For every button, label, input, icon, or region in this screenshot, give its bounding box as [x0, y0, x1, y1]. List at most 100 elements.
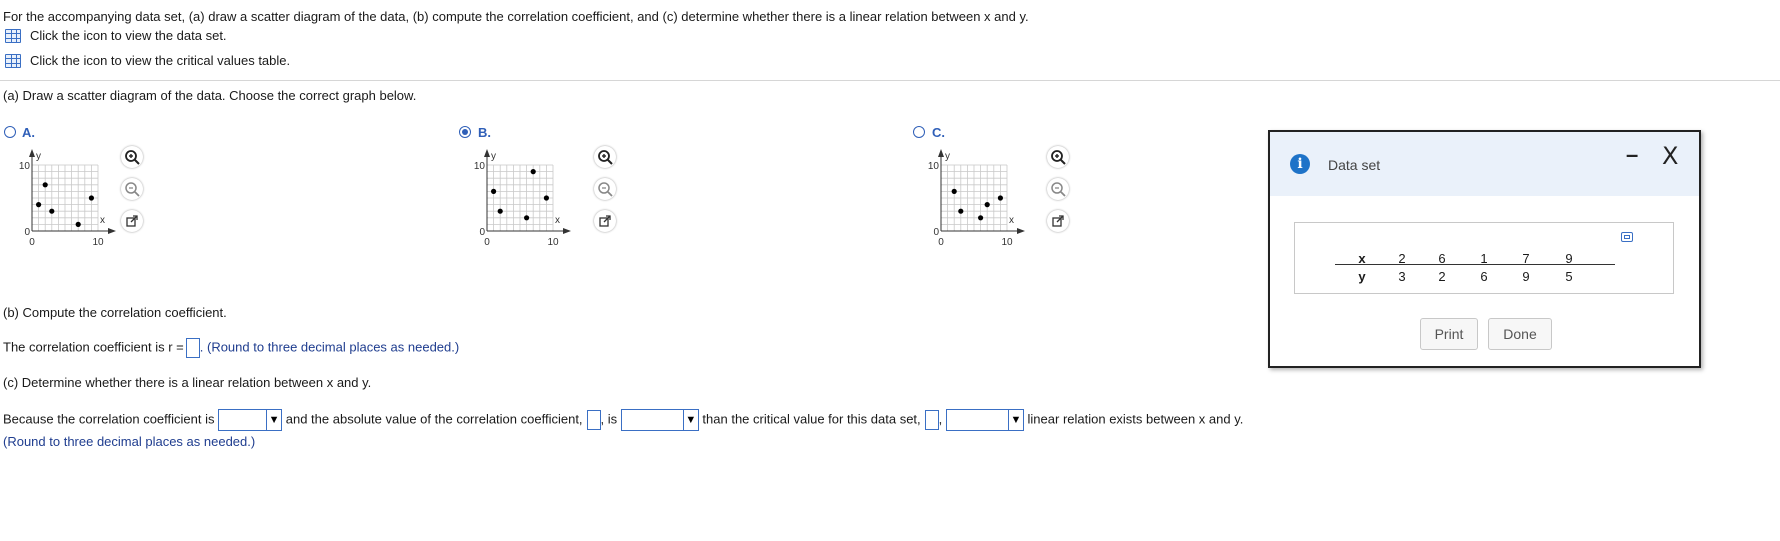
divider — [0, 80, 1780, 81]
zoom-in-icon[interactable] — [1047, 146, 1069, 168]
comparison-dropdown[interactable]: ▼ — [620, 409, 699, 431]
minimize-icon[interactable]: – — [1626, 142, 1638, 168]
y-tick-label: 10 — [474, 161, 486, 172]
y-header: y — [1358, 269, 1366, 284]
part-c-text-2: and the absolute value of the correlatio… — [285, 411, 583, 427]
x-axis-label: x — [100, 215, 105, 226]
y-value: 9 — [1522, 269, 1530, 284]
data-point — [958, 208, 964, 214]
x-value: 2 — [1398, 251, 1406, 266]
print-button[interactable]: Print — [1420, 318, 1478, 350]
y-axis-label: y — [491, 151, 496, 162]
part-c-sentence: Because the correlation coefficient is ▼… — [3, 409, 1243, 431]
x-tick-label: 0 — [29, 237, 35, 248]
data-table: x y 2 6 1 7 9 3 2 6 9 5 — [1294, 222, 1674, 294]
external-link-icon[interactable] — [1047, 210, 1069, 232]
data-point — [997, 195, 1003, 201]
y-value: 3 — [1398, 269, 1406, 284]
y-tick-label: 10 — [928, 161, 940, 172]
data-point — [491, 188, 497, 194]
option-b-graph: yx1000 10 — [474, 149, 571, 248]
data-point — [951, 188, 957, 194]
x-tick-label: 10 — [547, 237, 559, 248]
part-c-text-1: Because the correlation coefficient is — [3, 411, 215, 427]
r-input[interactable] — [185, 338, 200, 358]
dropdown-arrow-icon: ▼ — [682, 410, 698, 430]
dropdown-arrow-icon: ▼ — [1007, 410, 1023, 430]
x-value: 6 — [1438, 251, 1446, 266]
x-value: 1 — [1480, 251, 1488, 266]
x-axis-arrow — [108, 228, 116, 234]
external-link-icon[interactable] — [594, 210, 616, 232]
x-axis-arrow — [1017, 228, 1025, 234]
y-axis-label: y — [945, 151, 950, 162]
done-button[interactable]: Done — [1488, 318, 1552, 350]
x-axis-label: x — [555, 215, 560, 226]
data-point — [36, 202, 42, 208]
critical-values-icon[interactable] — [5, 54, 21, 68]
part-c-text-6: linear relation exists between x and y. — [1027, 411, 1244, 427]
sign-dropdown[interactable]: ▼ — [218, 409, 283, 431]
option-a-label[interactable]: A. — [22, 125, 35, 140]
data-point — [497, 208, 503, 214]
zoom-out-icon[interactable] — [1047, 178, 1069, 200]
data-point — [524, 215, 530, 221]
dialog-title: Data set — [1328, 157, 1381, 173]
x-tick-label: 10 — [1001, 237, 1013, 248]
x-tick-label: 0 — [938, 237, 944, 248]
part-c-text-4: than the critical value for this data se… — [702, 411, 921, 427]
question-text: For the accompanying data set, (a) draw … — [3, 9, 1029, 24]
data-table-icon[interactable] — [5, 29, 21, 43]
part-c-text-3: , is — [600, 411, 618, 427]
data-point — [530, 169, 536, 175]
option-c-graph: yx1000 10 — [928, 149, 1025, 248]
y-value: 5 — [1565, 269, 1573, 284]
rounding-note: . (Round to three decimal places as need… — [199, 339, 460, 355]
critical-value-input[interactable] — [924, 410, 939, 430]
option-a-radio[interactable] — [4, 126, 16, 138]
x-tick-label: 0 — [484, 237, 490, 248]
y-axis-arrow — [938, 149, 944, 157]
abs-r-input[interactable] — [586, 410, 601, 430]
data-set-dialog: i Data set – X x y 2 6 1 7 9 3 2 6 9 5 P… — [1268, 130, 1701, 368]
part-c-rounding-note: (Round to three decimal places as needed… — [3, 434, 256, 449]
close-icon[interactable]: X — [1662, 142, 1678, 170]
relation-dropdown[interactable]: ▼ — [945, 409, 1024, 431]
dropdown-arrow-icon: ▼ — [266, 410, 281, 430]
zoom-in-icon[interactable] — [594, 146, 616, 168]
option-c-label[interactable]: C. — [932, 125, 945, 140]
x-value: 9 — [1565, 251, 1573, 266]
r-label: The correlation coefficient is r = — [3, 339, 184, 355]
option-b-label[interactable]: B. — [478, 125, 491, 140]
critical-values-link[interactable]: Click the icon to view the critical valu… — [30, 53, 290, 68]
data-point — [42, 182, 48, 188]
external-link-icon[interactable] — [121, 210, 143, 232]
y-axis-arrow — [29, 149, 35, 157]
option-c-radio[interactable] — [913, 126, 925, 138]
y-value: 6 — [1480, 269, 1488, 284]
y-value: 2 — [1438, 269, 1446, 284]
data-point — [88, 195, 94, 201]
data-point — [49, 208, 55, 214]
part-a-prompt: (a) Draw a scatter diagram of the data. … — [3, 88, 417, 103]
x-tick-label: 10 — [92, 237, 104, 248]
x-axis-label: x — [1009, 215, 1014, 226]
zoom-out-icon[interactable] — [121, 178, 143, 200]
info-icon: i — [1290, 154, 1310, 174]
x-value: 7 — [1522, 251, 1530, 266]
y-tick-label: 10 — [19, 161, 31, 172]
part-c-prompt: (c) Determine whether there is a linear … — [3, 375, 372, 390]
data-point — [984, 202, 990, 208]
zoom-out-icon[interactable] — [594, 178, 616, 200]
option-a-graph: yx1000 10 — [19, 149, 116, 248]
zoom-in-icon[interactable] — [121, 146, 143, 168]
data-set-link[interactable]: Click the icon to view the data set. — [30, 28, 227, 43]
part-b-prompt: (b) Compute the correlation coefficient. — [3, 305, 227, 320]
data-point — [543, 195, 549, 201]
data-point — [75, 221, 81, 227]
option-b-radio[interactable] — [459, 126, 471, 138]
part-b-sentence: The correlation coefficient is r = . (Rou… — [3, 338, 459, 358]
y-axis-arrow — [484, 149, 490, 157]
x-axis-arrow — [563, 228, 571, 234]
x-header: x — [1358, 251, 1366, 266]
